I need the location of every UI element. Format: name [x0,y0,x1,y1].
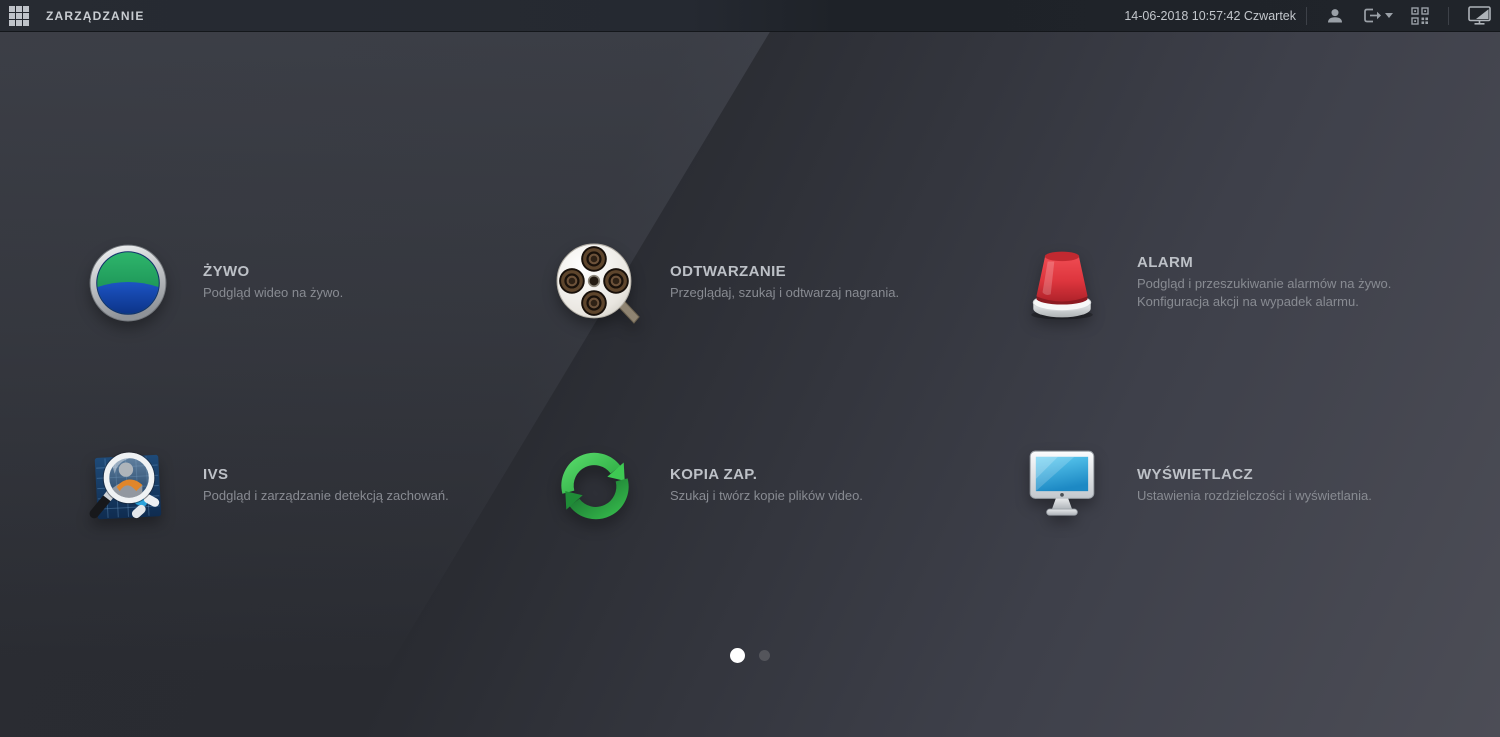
pagination [0,647,1500,663]
tile-description: Podgląd wideo na żywo. [203,284,344,300]
logout-button[interactable] [1353,0,1402,31]
page-dot-1[interactable] [730,647,745,663]
tile-description: Przeglądaj, szukaj i odtwarzaj nagrania. [670,284,900,300]
tile-odtwarzanie[interactable]: ODTWARZANIE Przeglądaj, szukaj i odtwarz… [553,240,1013,324]
tile-description: Ustawienia rozdzielczości i wyświetlania… [1137,487,1372,503]
tile-title: IVS [203,465,229,483]
tile-title: WYŚWIETLACZ [1137,465,1254,483]
datetime-display: 14-06-2018 10:57:42 Czwartek [1124,8,1296,23]
tile-title: ALARM [1137,253,1194,271]
tile-alarm[interactable]: ALARM Podgląd i przeszukiwanie alarmów n… [1020,240,1480,324]
page-title: ZARZĄDZANIE [46,8,145,23]
film-reel-icon [553,240,640,324]
tile-text: ŻYWO Podgląd wideo na żywo. [203,263,343,302]
tile-text: WYŚWIETLACZ Ustawienia rozdzielczości i … [1137,466,1372,505]
tile-description: Podgląd i zarządzanie detekcją zachowań. [203,487,449,503]
sync-arrows-icon [553,443,637,527]
tile-text: IVS Podgląd i zarządzanie detekcją zacho… [203,466,449,505]
qr-code-button[interactable] [1402,0,1438,31]
tile-description: Podgląd i przeszukiwanie alarmów na żywo… [1137,275,1392,291]
grid-menu-icon [8,4,30,27]
qr-code-icon [1411,6,1429,25]
tile-title: KOPIA ZAP. [670,465,758,483]
tile-kopia-zap[interactable]: KOPIA ZAP. Szukaj i twórz kopie plików v… [553,443,1013,527]
tile-ivs[interactable]: IVS Podgląd i zarządzanie detekcją zacho… [86,443,546,527]
tile-title: ODTWARZANIE [670,262,787,280]
tile-description: Szukaj i twórz kopie plików video. [670,487,863,503]
topbar-divider [1306,6,1307,25]
monitor-output-icon [1468,6,1491,25]
tile-description: Konfiguracja akcji na wypadek alarmu. [1137,293,1359,309]
logout-icon [1364,8,1381,23]
siren-icon [1020,240,1104,324]
user-account-button[interactable] [1317,0,1353,31]
magnifier-person-icon [86,443,170,527]
chevron-down-icon [1385,13,1393,18]
display-output-button[interactable] [1459,0,1500,31]
top-bar: ZARZĄDZANIE 14-06-2018 10:57:42 Czwartek [0,0,1500,32]
live-lens-icon [86,240,170,324]
tile-wyswietlacz[interactable]: WYŚWIETLACZ Ustawienia rozdzielczości i … [1020,443,1480,527]
monitor-icon [1020,443,1104,527]
main-menu-button[interactable] [0,0,38,31]
topbar-divider [1448,6,1449,25]
tile-text: ODTWARZANIE Przeglądaj, szukaj i odtwarz… [670,263,899,302]
tile-text: KOPIA ZAP. Szukaj i twórz kopie plików v… [670,466,863,505]
tile-zywo[interactable]: ŻYWO Podgląd wideo na żywo. [86,240,546,324]
page-dot-2[interactable] [759,649,770,661]
user-icon [1328,8,1342,22]
tile-title: ŻYWO [203,262,250,280]
tile-text: ALARM Podgląd i przeszukiwanie alarmów n… [1137,254,1391,311]
